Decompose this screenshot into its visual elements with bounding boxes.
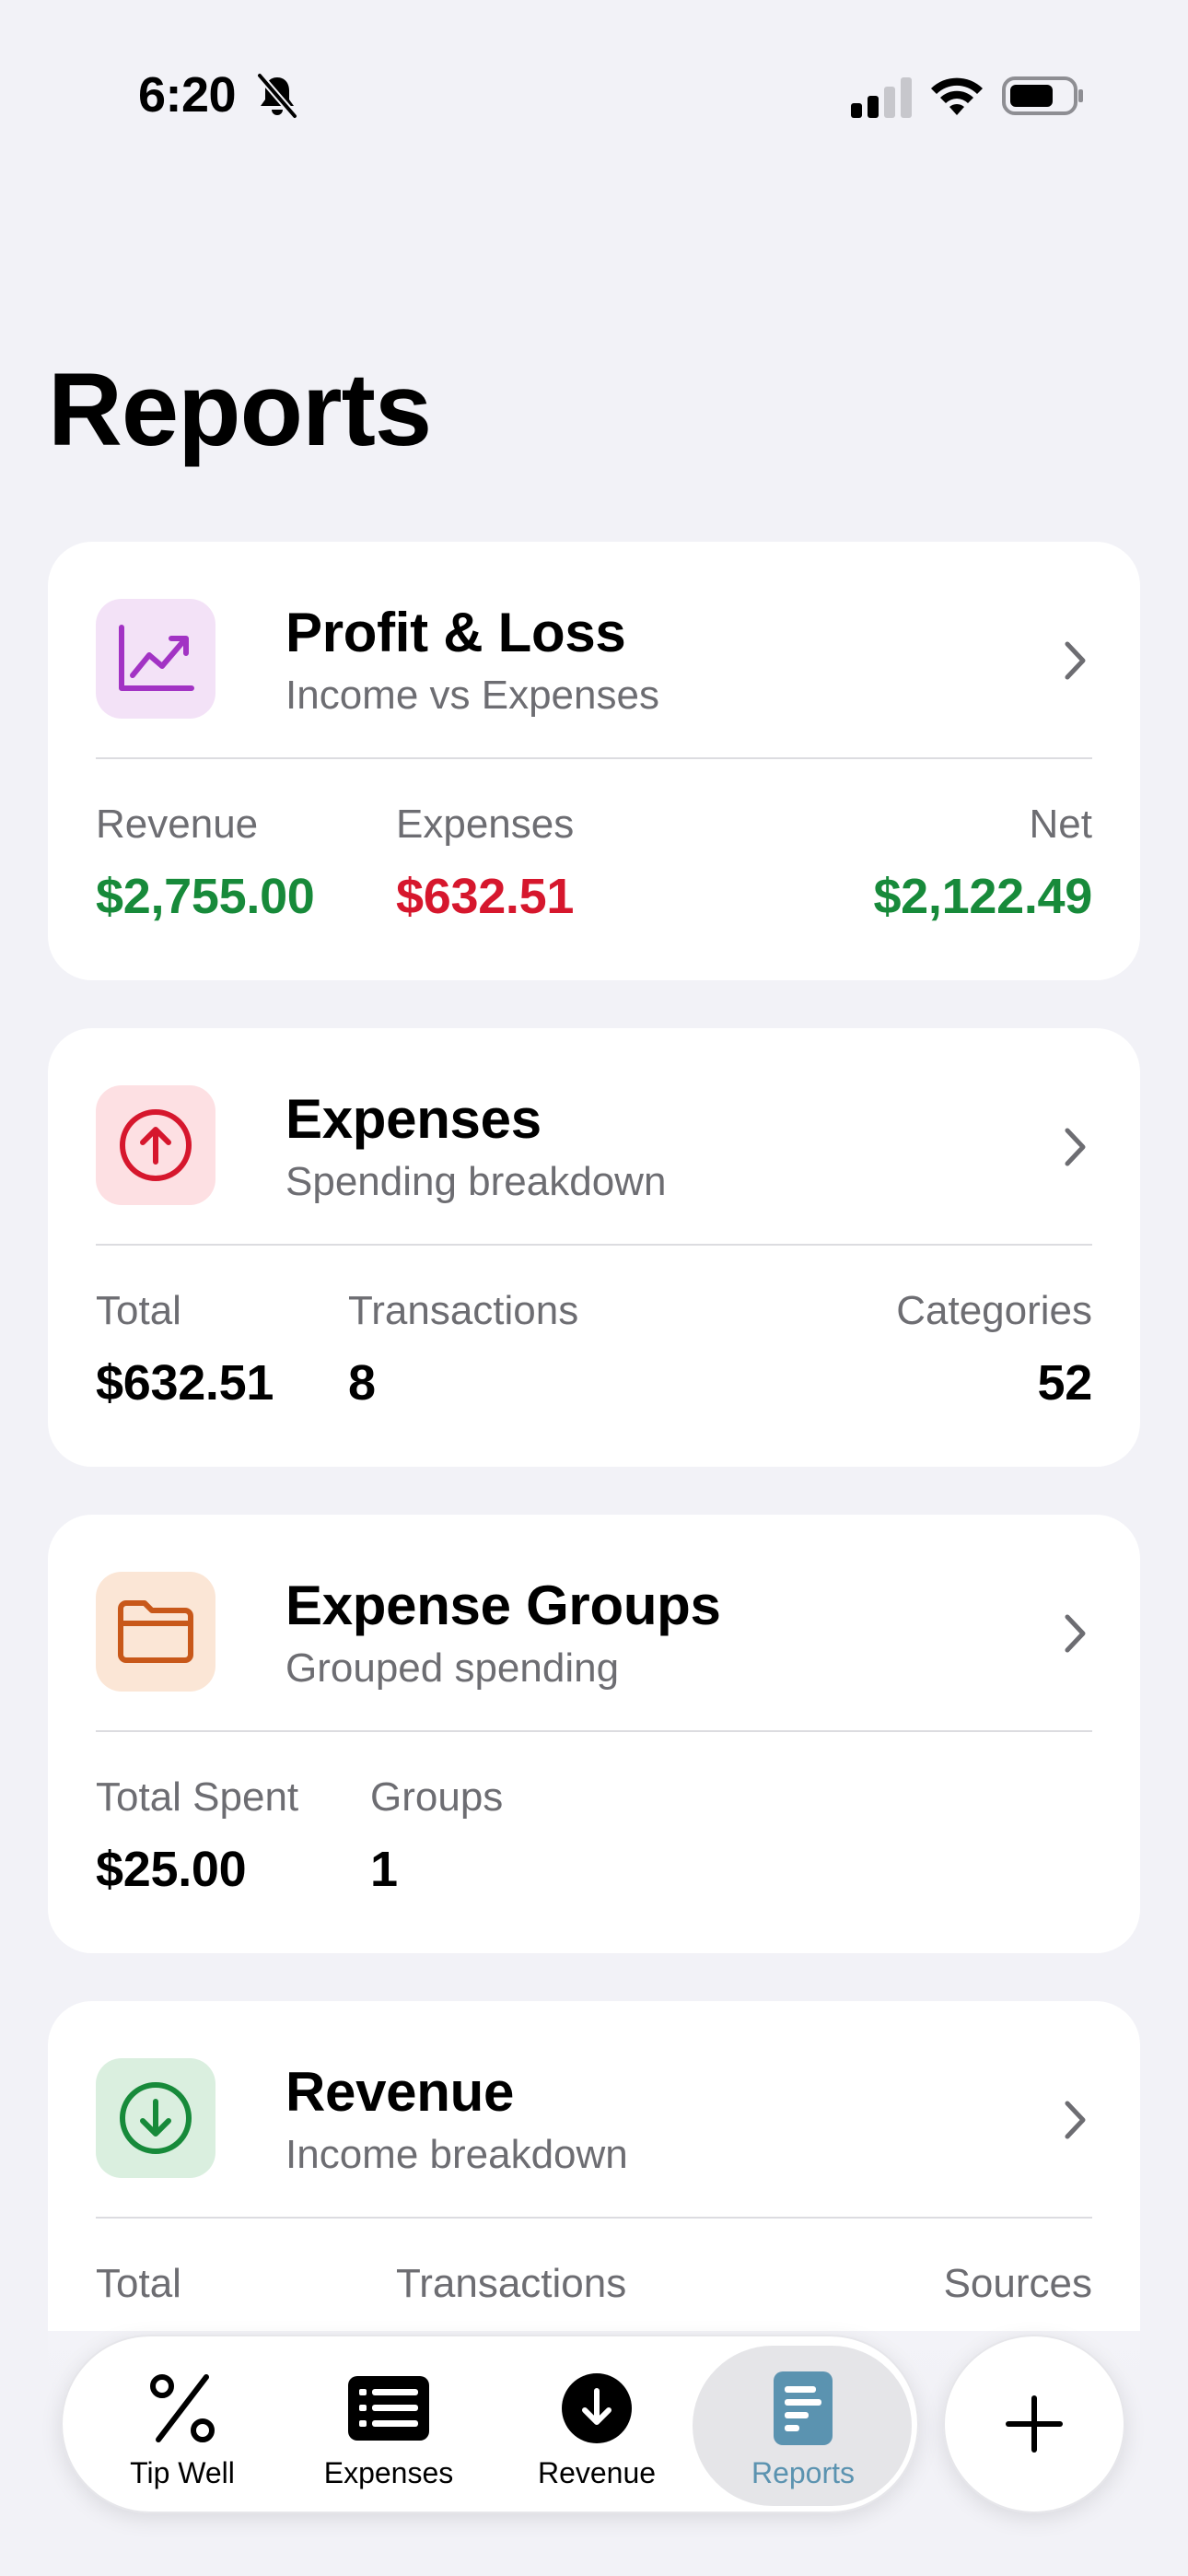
wifi-icon (931, 77, 983, 115)
add-button[interactable] (943, 2335, 1125, 2513)
card-header: Profit & Loss Income vs Expenses (96, 599, 1103, 719)
stat-label: Net (1029, 802, 1092, 847)
stat-label: Expenses (396, 802, 575, 847)
transactions-stat: Transactions (396, 2261, 626, 2307)
tab-tip-well[interactable]: Tip Well (81, 2336, 284, 2515)
reports-screen: 6:20 Reports Profit & Loss Income vs Exp… (0, 0, 1188, 2576)
divider (96, 757, 1092, 759)
card-header: Expenses Spending breakdown (96, 1085, 1103, 1205)
total-stat: Total $632.51 (96, 1288, 274, 1411)
card-title: Revenue (285, 2061, 515, 2123)
total-stat: Total (96, 2261, 181, 2307)
status-bar: 6:20 (0, 0, 1188, 184)
chevron-right-icon (1065, 1614, 1086, 1653)
tab-reports[interactable]: Reports (702, 2336, 904, 2515)
net-stat: Net $2,122.49 (873, 802, 1092, 925)
divider (96, 2217, 1092, 2219)
page-title: Reports (48, 352, 432, 467)
total-spent-stat: Total Spent $25.00 (96, 1774, 298, 1898)
stat-label: Total Spent (96, 1774, 299, 1820)
card-title: Expense Groups (285, 1575, 721, 1636)
sources-stat: Sources (944, 2261, 1092, 2307)
tab-label: Expenses (323, 2456, 454, 2489)
stat-label: Transactions (348, 1288, 579, 1333)
stat-value: 8 (348, 1355, 376, 1411)
tab-label: Tip Well (130, 2456, 235, 2489)
tab-label: Reports (751, 2456, 856, 2489)
stat-value: $2,755.00 (96, 869, 315, 924)
stat-label: Groups (370, 1774, 504, 1820)
chart-trend-icon (96, 599, 215, 719)
plus-icon (1006, 2395, 1063, 2453)
document-icon (762, 2371, 844, 2445)
divider (96, 1730, 1092, 1732)
stat-label: Categories (896, 1288, 1092, 1333)
stat-label: Sources (943, 2261, 1092, 2306)
bell-slash-icon (256, 73, 298, 119)
card-subtitle: Income vs Expenses (285, 673, 659, 718)
chevron-right-icon (1065, 641, 1086, 680)
chevron-right-icon (1065, 1128, 1086, 1166)
tab-bar: Tip Well Expenses Revenue Reports (61, 2335, 919, 2513)
tab-revenue[interactable]: Revenue (495, 2336, 698, 2515)
stat-label: Revenue (96, 802, 259, 847)
stat-value: $632.51 (96, 1355, 274, 1411)
stat-value: $25.00 (96, 1842, 247, 1897)
groups-stat: Groups 1 (370, 1774, 503, 1898)
card-title: Expenses (285, 1088, 542, 1150)
percent-icon (141, 2371, 224, 2445)
arrow-down-circle-icon (96, 2058, 215, 2178)
stat-label: Total (96, 2261, 181, 2306)
card-subtitle: Income breakdown (285, 2132, 628, 2177)
arrow-down-circle-icon (555, 2371, 638, 2445)
expense-groups-card[interactable]: Expense Groups Grouped spending Total Sp… (48, 1515, 1140, 1953)
card-header: Expense Groups Grouped spending (96, 1572, 1103, 1692)
expenses-card[interactable]: Expenses Spending breakdown Total $632.5… (48, 1028, 1140, 1467)
expenses-stat: Expenses $632.51 (396, 802, 574, 925)
divider (96, 1244, 1092, 1246)
folder-icon (96, 1572, 215, 1692)
battery-icon (1002, 76, 1083, 115)
tab-expenses[interactable]: Expenses (287, 2336, 490, 2515)
status-time: 6:20 (138, 67, 237, 123)
tab-label: Revenue (537, 2456, 657, 2489)
profit-loss-card[interactable]: Profit & Loss Income vs Expenses Revenue… (48, 542, 1140, 980)
card-subtitle: Spending breakdown (285, 1159, 667, 1204)
card-subtitle: Grouped spending (285, 1645, 620, 1691)
stat-label: Total (96, 1288, 181, 1333)
stat-value: 52 (1037, 1355, 1093, 1411)
arrow-up-circle-icon (96, 1085, 215, 1205)
card-header: Revenue Income breakdown (96, 2058, 1103, 2178)
stat-value: $632.51 (396, 869, 575, 924)
revenue-stat: Revenue $2,755.00 (96, 802, 315, 925)
categories-stat: Categories 52 (896, 1288, 1092, 1411)
card-title: Profit & Loss (285, 602, 626, 663)
stat-value: $2,122.49 (873, 869, 1092, 924)
cellular-signal-icon (851, 77, 912, 118)
list-icon (347, 2371, 430, 2445)
chevron-right-icon (1065, 2101, 1086, 2139)
stat-label: Transactions (396, 2261, 627, 2306)
stat-value: 1 (370, 1842, 398, 1897)
transactions-stat: Transactions 8 (348, 1288, 578, 1411)
